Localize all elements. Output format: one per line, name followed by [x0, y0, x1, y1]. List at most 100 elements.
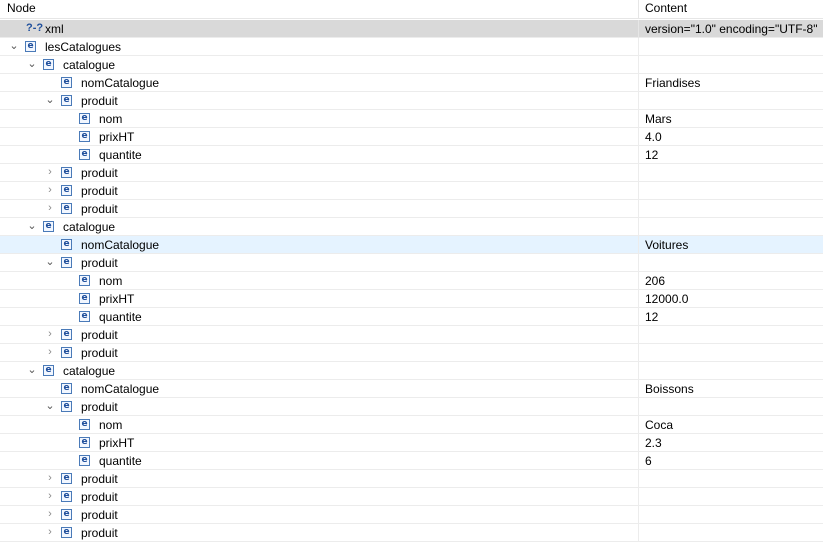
node-label: nomCatalogue	[81, 76, 160, 90]
column-divider	[638, 344, 639, 362]
processing-instruction-row[interactable]: ?-? xml version="1.0" encoding="UTF-8"	[0, 20, 823, 38]
element-icon: e	[25, 41, 36, 52]
chevron-right-icon[interactable]: ›	[44, 489, 56, 503]
column-divider	[638, 146, 639, 164]
tree-row[interactable]: ⌄ e produit	[0, 92, 823, 110]
node-label: produit	[81, 94, 118, 108]
node-label: produit	[81, 472, 118, 486]
column-divider	[638, 272, 639, 290]
node-label: prixHT	[99, 292, 135, 306]
element-icon: e	[61, 257, 72, 268]
tree-row[interactable]: e nomCatalogue Friandises	[0, 74, 823, 92]
column-divider	[638, 164, 639, 182]
chevron-down-icon[interactable]: ⌄	[44, 399, 56, 413]
tree-row[interactable]: e nomCatalogue Voitures	[0, 236, 823, 254]
tree-row[interactable]: e nomCatalogue Boissons	[0, 380, 823, 398]
tree-row[interactable]: ⌄ e catalogue	[0, 56, 823, 74]
chevron-down-icon[interactable]: ⌄	[26, 57, 38, 71]
element-icon: e	[61, 239, 72, 250]
chevron-right-icon[interactable]: ›	[44, 327, 56, 341]
column-divider	[638, 218, 639, 236]
node-content: 2.3	[645, 436, 662, 450]
tree-row[interactable]: ⌄ e produit	[0, 254, 823, 272]
element-icon: e	[61, 347, 72, 358]
node-content: Boissons	[645, 382, 694, 396]
element-icon: e	[79, 419, 90, 430]
chevron-right-icon[interactable]: ›	[44, 345, 56, 359]
node-label: nomCatalogue	[81, 238, 160, 252]
column-divider	[638, 128, 639, 146]
tree-row[interactable]: e quantite 12	[0, 146, 823, 164]
chevron-right-icon[interactable]: ›	[44, 471, 56, 485]
tree-row[interactable]: › e produit	[0, 200, 823, 218]
tree-row[interactable]: e prixHT 2.3	[0, 434, 823, 452]
element-icon: e	[61, 329, 72, 340]
tree-row[interactable]: › e produit	[0, 506, 823, 524]
node-label: quantite	[99, 454, 142, 468]
column-divider	[638, 506, 639, 524]
element-icon: e	[79, 437, 90, 448]
chevron-right-icon[interactable]: ›	[44, 165, 56, 179]
column-divider[interactable]	[638, 0, 639, 18]
chevron-down-icon[interactable]: ⌄	[26, 363, 38, 377]
node-content: 12	[645, 310, 659, 324]
column-divider	[638, 452, 639, 470]
element-icon: e	[61, 95, 72, 106]
element-icon: e	[61, 401, 72, 412]
column-divider	[638, 434, 639, 452]
chevron-right-icon[interactable]: ›	[44, 525, 56, 539]
tree-row[interactable]: e nom 206	[0, 272, 823, 290]
column-divider	[638, 20, 639, 38]
chevron-down-icon[interactable]: ⌄	[44, 255, 56, 269]
chevron-down-icon[interactable]: ⌄	[8, 39, 20, 53]
element-icon: e	[79, 455, 90, 466]
tree-row[interactable]: e quantite 6	[0, 452, 823, 470]
node-label: nom	[99, 112, 123, 126]
xml-tree: ?-? xml version="1.0" encoding="UTF-8" ⌄…	[0, 20, 823, 542]
tree-row[interactable]: ⌄ e produit	[0, 398, 823, 416]
node-label: produit	[81, 256, 118, 270]
node-label: catalogue	[63, 220, 116, 234]
node-label: produit	[81, 346, 118, 360]
column-divider	[638, 398, 639, 416]
element-icon: e	[79, 113, 90, 124]
node-label: nom	[99, 274, 123, 288]
element-icon: e	[43, 365, 54, 376]
tree-row[interactable]: ⌄ e catalogue	[0, 218, 823, 236]
chevron-right-icon[interactable]: ›	[44, 201, 56, 215]
tree-row[interactable]: › e produit	[0, 344, 823, 362]
tree-row[interactable]: › e produit	[0, 164, 823, 182]
node-label: prixHT	[99, 436, 135, 450]
tree-row[interactable]: › e produit	[0, 488, 823, 506]
node-label: quantite	[99, 148, 142, 162]
element-icon: e	[61, 185, 72, 196]
tree-row[interactable]: ⌄ e lesCatalogues	[0, 38, 823, 56]
column-header-content[interactable]: Content	[645, 1, 687, 15]
column-divider	[638, 110, 639, 128]
column-divider	[638, 416, 639, 434]
tree-row[interactable]: ⌄ e catalogue	[0, 362, 823, 380]
column-divider	[638, 254, 639, 272]
tree-row[interactable]: e nom Coca	[0, 416, 823, 434]
column-divider	[638, 290, 639, 308]
chevron-right-icon[interactable]: ›	[44, 507, 56, 521]
tree-row[interactable]: e prixHT 12000.0	[0, 290, 823, 308]
tree-row[interactable]: › e produit	[0, 470, 823, 488]
element-icon: e	[61, 167, 72, 178]
tree-row[interactable]: › e produit	[0, 182, 823, 200]
column-divider	[638, 200, 639, 218]
element-icon: e	[43, 221, 54, 232]
tree-row[interactable]: › e produit	[0, 326, 823, 344]
tree-row[interactable]: › e produit	[0, 524, 823, 542]
tree-row[interactable]: e quantite 12	[0, 308, 823, 326]
element-icon: e	[61, 473, 72, 484]
node-label: produit	[81, 328, 118, 342]
node-label: nom	[99, 418, 123, 432]
chevron-right-icon[interactable]: ›	[44, 183, 56, 197]
tree-row[interactable]: e prixHT 4.0	[0, 128, 823, 146]
tree-row[interactable]: e nom Mars	[0, 110, 823, 128]
chevron-down-icon[interactable]: ⌄	[44, 93, 56, 107]
column-header-node[interactable]: Node	[7, 1, 36, 15]
node-content: 6	[645, 454, 652, 468]
chevron-down-icon[interactable]: ⌄	[26, 219, 38, 233]
